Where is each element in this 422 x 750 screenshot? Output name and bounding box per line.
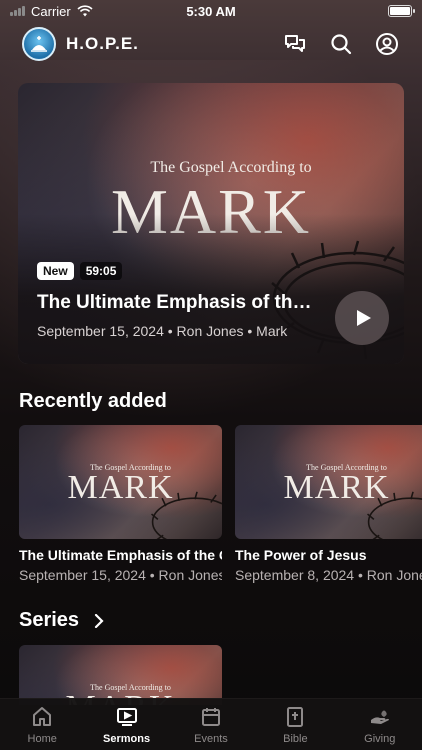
calendar-icon: [201, 708, 220, 726]
sermon-title: The Power of Jesus: [235, 547, 367, 563]
sermon-thumbnail: The Gospel According to MARK: [235, 425, 422, 539]
app-bar: H.O.P.E.: [0, 24, 422, 64]
bible-icon: [287, 707, 304, 727]
app-title: H.O.P.E.: [66, 34, 139, 53]
carrier-label: Carrier: [31, 3, 71, 19]
sermon-card[interactable]: The Gospel According to MARK The Ultimat…: [19, 425, 222, 583]
status-bar: Carrier 5:30 AM: [0, 0, 422, 22]
nav-label: Giving: [364, 733, 396, 745]
recently-added-list: The Gospel According to MARK The Ultimat…: [19, 425, 422, 583]
sermon-meta: September 8, 2024 • Ron Jones: [235, 567, 422, 583]
nav-label: Bible: [283, 733, 308, 745]
search-button[interactable]: [328, 31, 354, 57]
battery-icon: [388, 5, 415, 17]
sermon-meta: September 15, 2024 • Ron Jones: [19, 567, 222, 583]
play-icon: [356, 310, 371, 326]
nav-label: Home: [27, 733, 57, 745]
chat-icon: [285, 35, 305, 52]
hero-gradient: [18, 214, 404, 364]
sermon-card[interactable]: The Gospel According to MARK The Power o…: [235, 425, 422, 583]
home-icon: [33, 707, 52, 726]
nav-label: Events: [194, 733, 228, 745]
search-icon: [331, 34, 352, 55]
featured-sermon-card[interactable]: The Gospel According to MARK New 59:05 T…: [18, 83, 404, 364]
video-icon: [116, 708, 137, 726]
new-badge: New: [37, 262, 74, 280]
hero-title: The Ultimate Emphasis of the Gospel: [37, 292, 317, 313]
nav-label: Sermons: [103, 733, 151, 745]
series-artwork: The Gospel According to MARK: [19, 645, 222, 705]
giving-icon: [370, 710, 389, 724]
duration-badge: 59:05: [79, 262, 123, 280]
series-card[interactable]: The Gospel According to MARK: [19, 645, 222, 705]
nav-giving[interactable]: Giving: [340, 705, 420, 745]
recently-added-heading: Recently added: [19, 390, 167, 412]
sermon-title: The Ultimate Emphasis of the Gospel: [19, 547, 222, 563]
church-logo-icon: [31, 36, 47, 52]
nav-bible[interactable]: Bible: [255, 705, 335, 745]
play-button[interactable]: [335, 291, 389, 345]
user-icon: [376, 33, 398, 55]
series-heading: Series: [19, 609, 80, 631]
series-header[interactable]: Series: [19, 609, 105, 632]
app-logo[interactable]: [22, 27, 56, 61]
nav-sermons[interactable]: Sermons: [87, 705, 167, 745]
sermon-thumbnail: The Gospel According to MARK: [19, 425, 222, 539]
signal-icon: [10, 6, 25, 16]
crown-of-thorns-icon: [151, 491, 222, 539]
nav-events[interactable]: Events: [171, 705, 251, 745]
bottom-nav: Home Sermons Events Bible Giving: [0, 698, 422, 750]
hero-meta: September 15, 2024 • Ron Jones • Mark: [37, 323, 288, 339]
messages-button[interactable]: [282, 31, 308, 57]
nav-home[interactable]: Home: [2, 705, 82, 745]
wifi-icon: [77, 5, 93, 17]
crown-of-thorns-icon: [367, 491, 422, 539]
chevron-right-icon: [94, 613, 104, 628]
profile-button[interactable]: [374, 31, 400, 57]
